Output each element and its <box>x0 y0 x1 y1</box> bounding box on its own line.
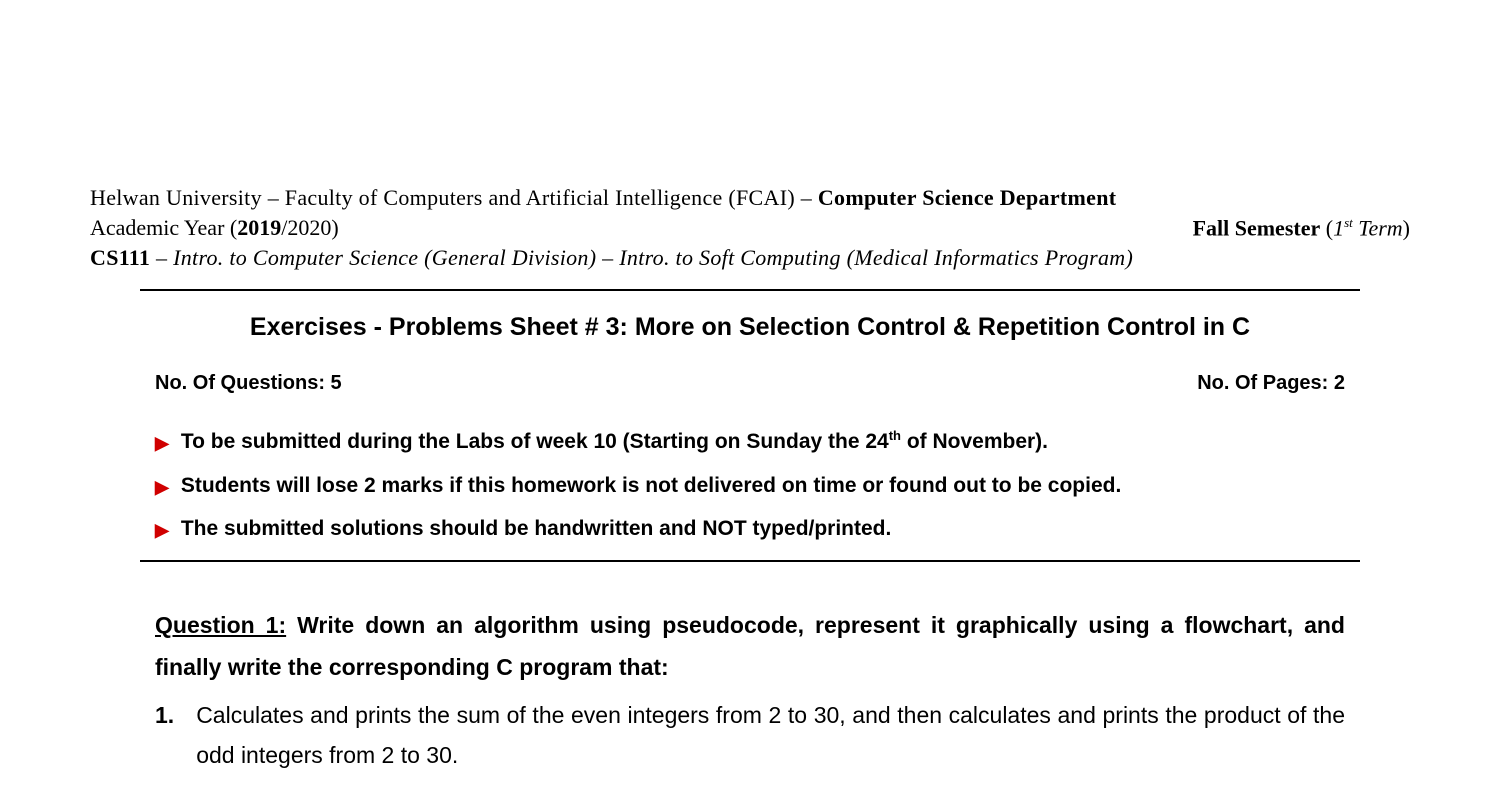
sub-item-number: 1. <box>155 695 174 776</box>
header-line-2: Academic Year (2019/2020) Fall Semester … <box>90 215 1410 241</box>
question-1-sub-1: 1. Calculates and prints the sum of the … <box>155 695 1345 776</box>
department-text: Computer Science Department <box>818 185 1117 210</box>
question-prompt: Write down an algorithm using pseudocode… <box>155 612 1345 681</box>
sheet-title: Exercises - Problems Sheet # 3: More on … <box>140 313 1360 342</box>
instruction-text: Students will lose 2 marks if this homew… <box>181 471 1121 500</box>
university-faculty-text: Helwan University – Faculty of Computers… <box>90 185 818 210</box>
instruction-item-2: ▶ Students will lose 2 marks if this hom… <box>155 471 1345 500</box>
instruction-item-3: ▶ The submitted solutions should be hand… <box>155 514 1345 543</box>
header-line-1: Helwan University – Faculty of Computers… <box>90 185 1410 211</box>
question-label: Question 1: <box>155 612 286 638</box>
course-code: CS111 <box>90 245 150 270</box>
instruction-text: To be submitted during the Labs of week … <box>181 427 1048 456</box>
sheet-meta-row: No. Of Questions: 5 No. Of Pages: 2 <box>155 372 1345 395</box>
sub-item-text: Calculates and prints the sum of the eve… <box>196 695 1345 776</box>
triangle-icon: ▶ <box>155 518 169 543</box>
divider-line <box>140 289 1360 291</box>
num-questions: No. Of Questions: 5 <box>155 372 342 395</box>
document-page: Helwan University – Faculty of Computers… <box>0 0 1500 775</box>
num-pages: No. Of Pages: 2 <box>1197 372 1345 395</box>
question-1: Question 1: Write down an algorithm usin… <box>155 604 1345 776</box>
academic-year: Academic Year (2019/2020) <box>90 215 339 241</box>
course-title: – Intro. to Computer Science (General Di… <box>150 245 1133 270</box>
triangle-icon: ▶ <box>155 475 169 500</box>
instruction-text: The submitted solutions should be handwr… <box>181 514 892 543</box>
header-line-3: CS111 – Intro. to Computer Science (Gene… <box>90 245 1410 271</box>
semester: Fall Semester (1st Term) <box>1193 215 1410 241</box>
instructions-list: ▶ To be submitted during the Labs of wee… <box>155 427 1345 543</box>
triangle-icon: ▶ <box>155 431 169 456</box>
divider-line <box>140 560 1360 562</box>
instruction-item-1: ▶ To be submitted during the Labs of wee… <box>155 427 1345 456</box>
